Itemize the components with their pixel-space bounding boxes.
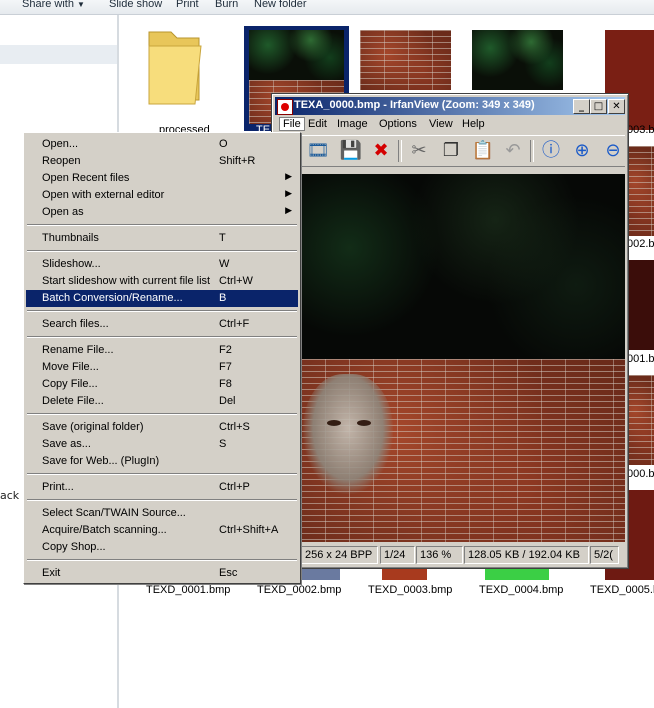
menu-item-select-scan-source[interactable]: Select Scan/TWAIN Source...: [26, 505, 298, 522]
thumb-forest[interactable]: [472, 30, 563, 90]
toolbar-separator: [398, 140, 402, 162]
menu-item-open-recent[interactable]: Open Recent files ▶: [26, 170, 298, 187]
thumb-dark[interactable]: [627, 260, 654, 350]
chevron-down-icon: ▼: [77, 0, 85, 9]
title-bar[interactable]: TEXA_0000.bmp - IrfanView (Zoom: 349 x 3…: [275, 97, 625, 115]
window-title: TEXA_0000.bmp - IrfanView (Zoom: 349 x 3…: [294, 99, 535, 111]
paste-icon[interactable]: 📋: [471, 140, 495, 162]
image-view[interactable]: [301, 174, 625, 542]
menu-separator: [27, 310, 297, 312]
status-zoom: 136 %: [416, 546, 463, 564]
menu-separator: [27, 559, 297, 561]
menu-item-copy-file[interactable]: Copy File... F8: [26, 376, 298, 393]
menu-item-search-files[interactable]: Search files... Ctrl+F: [26, 316, 298, 333]
menu-item-open-external[interactable]: Open with external editor ▶: [26, 187, 298, 204]
menu-item-save-for-web[interactable]: Save for Web... (PlugIn): [26, 453, 298, 470]
minimize-button[interactable]: _: [573, 99, 590, 114]
file-menu: Open... O Reopen Shift+R Open Recent files…: [23, 132, 301, 584]
thumb-label: 002.b: [627, 238, 654, 250]
menu-file[interactable]: File: [279, 117, 305, 131]
nav-item-peek[interactable]: ack: [0, 489, 19, 502]
file-label[interactable]: TEXD_0001.bmp: [146, 584, 230, 596]
delete-icon[interactable]: ✖: [369, 140, 393, 162]
maximize-button[interactable]: □: [590, 99, 607, 114]
menu-edit[interactable]: Edit: [308, 118, 327, 130]
menu-item-copy-shop[interactable]: Copy Shop...: [26, 539, 298, 556]
menu-options[interactable]: Options: [379, 118, 417, 130]
menu-item-rename-file[interactable]: Rename File... F2: [26, 342, 298, 359]
menu-item-save-as[interactable]: Save as... S: [26, 436, 298, 453]
irfanview-app-icon: [277, 99, 293, 115]
folder-thumb[interactable]: processed: [143, 26, 213, 136]
face-eye: [357, 420, 371, 426]
nav-selected-item[interactable]: [0, 45, 117, 64]
menu-bar: File Edit Image Options View Help: [275, 116, 625, 134]
image-forest-area: [301, 174, 625, 359]
menu-separator: [27, 250, 297, 252]
status-filesize: 128.05 KB / 192.04 KB: [464, 546, 589, 564]
file-label[interactable]: TEXD_0003.bmp: [368, 584, 452, 596]
undo-icon[interactable]: ↶: [501, 140, 525, 162]
burn-button[interactable]: Burn: [215, 0, 238, 10]
new-folder-button[interactable]: New folder: [254, 0, 307, 10]
menu-separator: [27, 336, 297, 338]
copy-icon[interactable]: ❐: [439, 140, 463, 162]
submenu-arrow-icon: ▶: [285, 188, 292, 198]
menu-item-exit[interactable]: Exit Esc: [26, 565, 298, 582]
face-eye: [327, 420, 341, 426]
menu-item-print[interactable]: Print... Ctrl+P: [26, 479, 298, 496]
menu-item-slideshow[interactable]: Slideshow... W: [26, 256, 298, 273]
status-index: 1/24: [380, 546, 415, 564]
status-extra: 5/2(: [590, 546, 619, 564]
thumb-brick[interactable]: [627, 375, 654, 465]
folder-icon: [148, 31, 202, 105]
zoom-in-icon[interactable]: ⊕: [570, 140, 594, 162]
menu-item-open[interactable]: Open... O: [26, 136, 298, 153]
menu-separator: [27, 499, 297, 501]
status-dimensions: 256 x 24 BPP: [301, 546, 378, 564]
thumb-brick[interactable]: [627, 146, 654, 236]
menu-item-open-as[interactable]: Open as ▶: [26, 204, 298, 221]
slideshow-icon[interactable]: 🎞: [306, 140, 330, 162]
irfanview-window: TEXA_0000.bmp - IrfanView (Zoom: 349 x 3…: [271, 93, 629, 569]
menu-item-start-slideshow[interactable]: Start slideshow with current file list Ct…: [26, 273, 298, 290]
save-icon[interactable]: 💾: [339, 140, 363, 162]
menu-separator: [27, 473, 297, 475]
slide-show-button[interactable]: Slide show: [109, 0, 162, 10]
menu-separator: [27, 224, 297, 226]
thumb-label: 000.b: [627, 468, 654, 480]
share-with-button[interactable]: Share with ▼: [22, 0, 85, 10]
info-icon[interactable]: ⓘ: [539, 140, 563, 162]
cut-icon[interactable]: ✂: [407, 140, 431, 162]
thumbnail-image: [249, 30, 344, 80]
menu-item-acquire-batch-scanning[interactable]: Acquire/Batch scanning... Ctrl+Shift+A: [26, 522, 298, 539]
thumb-brick[interactable]: [360, 30, 451, 90]
menu-item-reopen[interactable]: Reopen Shift+R: [26, 153, 298, 170]
close-button[interactable]: ✕: [608, 99, 625, 114]
menu-item-delete-file[interactable]: Delete File... Del: [26, 393, 298, 410]
file-label[interactable]: TEXD_0005.b: [590, 584, 654, 596]
print-button[interactable]: Print: [176, 0, 199, 10]
menu-view[interactable]: View: [429, 118, 453, 130]
menu-item-save[interactable]: Save (original folder) Ctrl+S: [26, 419, 298, 436]
menu-item-move-file[interactable]: Move File... F7: [26, 359, 298, 376]
file-label[interactable]: TEXD_0002.bmp: [257, 584, 341, 596]
toolbar: 🎞 💾 ✖ ✂ ❐ 📋 ↶ ⓘ ⊕ ⊖: [275, 135, 625, 167]
explorer-toolbar: Share with ▼ Slide show Print Burn New f…: [0, 0, 654, 15]
submenu-arrow-icon: ▶: [285, 205, 292, 215]
menu-image[interactable]: Image: [337, 118, 368, 130]
thumb-label: 001.b: [627, 353, 654, 365]
menu-item-thumbnails[interactable]: Thumbnails T: [26, 230, 298, 247]
status-bar: 256 x 24 BPP 1/24 136 % 128.05 KB / 192.…: [301, 544, 625, 564]
menu-item-batch-conversion[interactable]: Batch Conversion/Rename... B: [26, 290, 298, 307]
menu-separator: [27, 413, 297, 415]
thumb-label: 003.b: [627, 124, 654, 136]
submenu-arrow-icon: ▶: [285, 171, 292, 181]
file-label[interactable]: TEXD_0004.bmp: [479, 584, 563, 596]
zoom-out-icon[interactable]: ⊖: [601, 140, 625, 162]
toolbar-separator: [530, 140, 534, 162]
menu-help[interactable]: Help: [462, 118, 485, 130]
image-face: [303, 374, 393, 494]
